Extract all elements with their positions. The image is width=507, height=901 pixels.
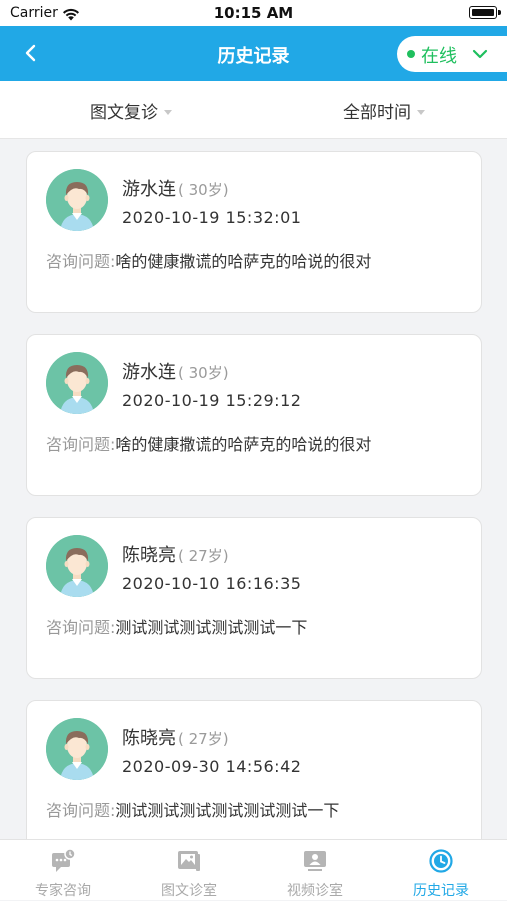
consult-question: 咨询问题:测试测试测试测试测试测试一下 [46,797,339,821]
consult-question-text: 啥的健康撒谎的哈萨克的哈说的很对 [115,435,372,454]
time-range-filter[interactable]: 全部时间 [343,98,425,123]
expert-consult-icon [52,848,76,872]
history-clock-icon [429,849,453,873]
record-datetime: 2020-10-19 15:29:12 [122,391,302,410]
chevron-down-icon [472,49,488,59]
online-status-dropdown[interactable]: 在线 [397,36,507,72]
filter-bar: 图文复诊 全部时间 [0,81,507,139]
record-card[interactable]: 陈晓亮( 27岁) 2020-10-10 16:16:35 咨询问题:测试测试测… [26,517,482,679]
consult-question-label: 咨询问题: [46,252,116,271]
history-record-list[interactable]: 游水连( 30岁) 2020-10-19 15:32:01 咨询问题:啥的健康撒… [0,139,507,839]
record-datetime: 2020-10-19 15:32:01 [122,208,302,227]
patient-name: 陈晓亮 [122,728,176,749]
patient-name-line: 陈晓亮( 27岁) [122,541,229,567]
patient-age: ( 30岁) [178,181,229,199]
nav-bar: 历史记录 在线 [0,26,507,81]
tab-expert-consult-label: 专家咨询 [35,883,91,899]
patient-name-line: 陈晓亮( 27岁) [122,724,229,750]
tab-video-clinic[interactable]: 视频诊室 [252,840,378,901]
consult-question: 咨询问题:啥的健康撒谎的哈萨克的哈说的很对 [46,431,371,455]
patient-age: ( 27岁) [178,547,229,565]
avatar [46,169,108,231]
avatar [46,535,108,597]
consult-type-filter-label: 图文复诊 [90,103,158,123]
consult-type-filter[interactable]: 图文复诊 [90,98,172,123]
avatar [46,718,108,780]
tab-expert-consult[interactable]: 专家咨询 [0,840,126,901]
consult-question-text: 测试测试测试测试测试测试一下 [115,801,340,820]
tab-image-text-clinic-label: 图文诊室 [161,883,217,899]
tab-image-text-clinic[interactable]: 图文诊室 [126,840,252,901]
tab-history[interactable]: 历史记录 [378,840,504,901]
caret-down-icon [164,110,172,115]
image-text-clinic-icon [178,851,200,871]
patient-name-line: 游水连( 30岁) [122,175,229,201]
patient-name-line: 游水连( 30岁) [122,358,229,384]
clock-time: 10:15 AM [213,4,294,22]
tab-history-label: 历史记录 [413,883,469,899]
tab-video-clinic-label: 视频诊室 [287,883,343,899]
video-clinic-icon [304,851,326,871]
caret-down-icon [417,110,425,115]
patient-name: 游水连 [122,179,176,200]
time-range-filter-label: 全部时间 [343,103,411,123]
status-bar: Carrier 10:15 AM [0,0,507,26]
consult-question-text: 啥的健康撒谎的哈萨克的哈说的很对 [115,252,372,271]
consult-question-label: 咨询问题: [46,435,116,454]
record-card[interactable]: 游水连( 30岁) 2020-10-19 15:32:01 咨询问题:啥的健康撒… [26,151,482,313]
record-card[interactable]: 游水连( 30岁) 2020-10-19 15:29:12 咨询问题:啥的健康撒… [26,334,482,496]
patient-name: 游水连 [122,362,176,383]
online-dot-icon [407,50,415,58]
patient-name: 陈晓亮 [122,545,176,566]
consult-question: 咨询问题:测试测试测试测试测试一下 [46,614,307,638]
avatar [46,352,108,414]
battery-icon [469,6,501,19]
online-status-label: 在线 [421,46,457,67]
record-card[interactable]: 陈晓亮( 27岁) 2020-09-30 14:56:42 咨询问题:测试测试测… [26,700,482,839]
consult-question: 咨询问题:啥的健康撒谎的哈萨克的哈说的很对 [46,248,371,272]
consult-question-text: 测试测试测试测试测试一下 [115,618,308,637]
patient-age: ( 30岁) [178,364,229,382]
consult-question-label: 咨询问题: [46,618,116,637]
consult-question-label: 咨询问题: [46,801,116,820]
patient-age: ( 27岁) [178,730,229,748]
record-datetime: 2020-10-10 16:16:35 [122,574,302,593]
record-datetime: 2020-09-30 14:56:42 [122,757,302,776]
bottom-tab-bar: 专家咨询 图文诊室 视频诊室 历史记录 [0,839,507,900]
